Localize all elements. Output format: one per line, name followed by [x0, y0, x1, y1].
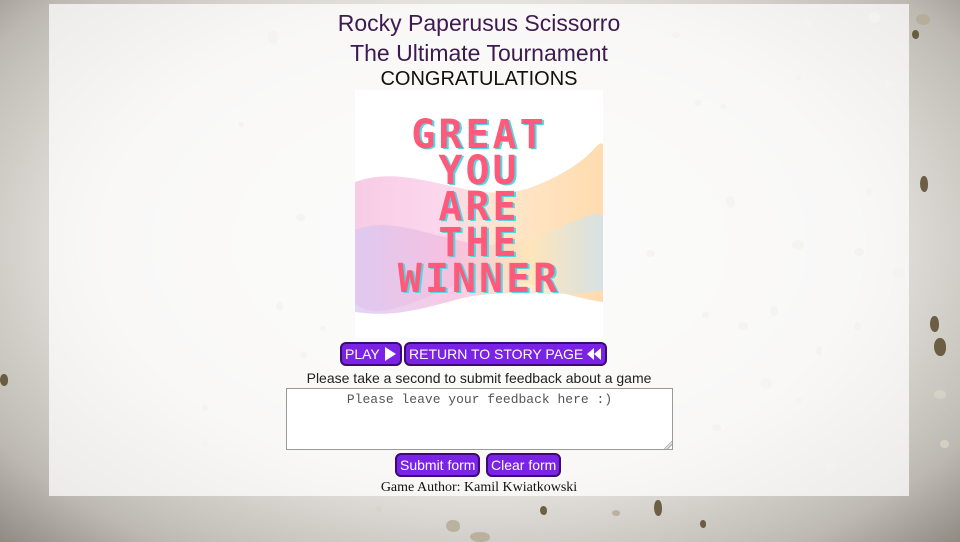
petal-decoration: [934, 338, 946, 356]
petal-decoration: [912, 30, 919, 39]
submit-form-button[interactable]: Submit form: [395, 453, 481, 477]
winner-graphic: GREAT GREAT YOU YOU ARE ARE THE THE WINN…: [355, 112, 603, 314]
petal-decoration: [654, 500, 662, 516]
petal-decoration: [376, 506, 382, 512]
petal-decoration: [930, 316, 939, 332]
petal-decoration: [540, 506, 547, 515]
petal-decoration: [940, 440, 949, 448]
rewind-icon: [587, 348, 602, 360]
clear-label: Clear form: [491, 457, 557, 473]
winner-text-line: WINNER: [398, 256, 561, 302]
return-label: RETURN TO STORY PAGE: [409, 346, 584, 362]
clear-form-button[interactable]: Clear form: [486, 453, 562, 477]
result-heading: CONGRATULATIONS: [380, 68, 578, 90]
return-to-story-button[interactable]: RETURN TO STORY PAGE: [404, 342, 608, 366]
play-button[interactable]: PLAY: [340, 342, 402, 366]
petal-decoration: [470, 532, 490, 542]
petal-decoration: [0, 374, 8, 386]
petal-decoration: [700, 520, 706, 528]
petal-decoration: [920, 176, 928, 192]
play-icon: [384, 347, 396, 361]
petal-decoration: [612, 510, 620, 516]
play-label: PLAY: [345, 346, 380, 362]
page-subtitle: The Ultimate Tournament: [350, 40, 608, 66]
petal-decoration: [934, 390, 946, 399]
petal-decoration: [446, 520, 460, 532]
winner-image: GREAT GREAT YOU YOU ARE ARE THE THE WINN…: [355, 90, 603, 338]
game-author: Game Author: Kamil Kwiatkowski: [380, 480, 578, 495]
feedback-prompt: Please take a second to submit feedback …: [306, 370, 652, 386]
main-panel: Rocky Paperusus Scissorro The Ultimate T…: [49, 4, 909, 496]
feedback-textarea[interactable]: [286, 388, 673, 450]
page-title: Rocky Paperusus Scissorro: [337, 10, 621, 36]
petal-decoration: [916, 14, 930, 25]
submit-label: Submit form: [400, 457, 476, 473]
